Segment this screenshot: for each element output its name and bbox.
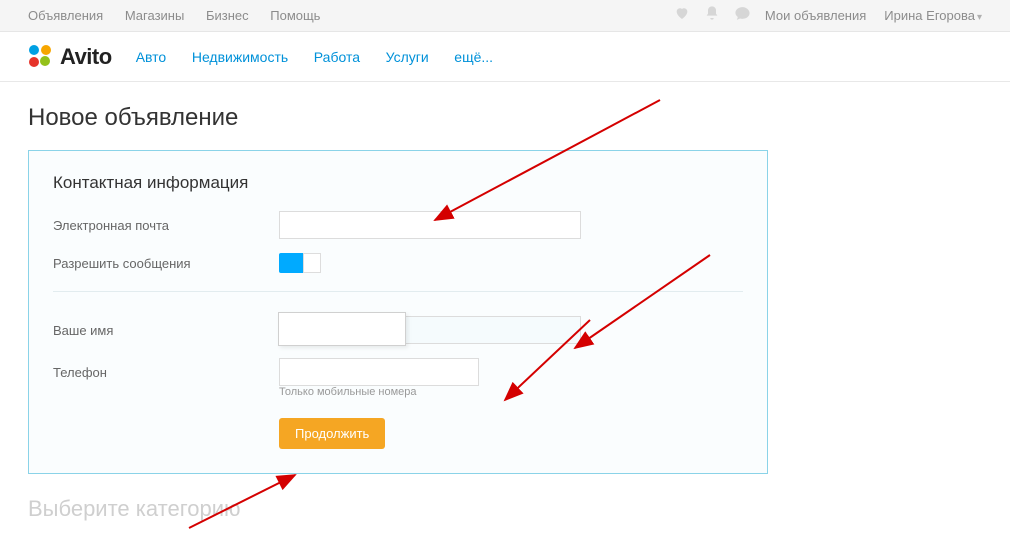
phone-field[interactable] (279, 358, 479, 386)
section-title: Контактная информация (53, 173, 743, 193)
nav-link-jobs[interactable]: Работа (314, 49, 360, 65)
allow-messages-label: Разрешить сообщения (53, 256, 279, 271)
name-redaction-overlay (278, 312, 406, 346)
nav-link-realty[interactable]: Недвижимость (192, 49, 288, 65)
topbar-link-my-ads[interactable]: Мои объявления (765, 8, 866, 23)
row-allow-messages: Разрешить сообщения (53, 253, 743, 273)
topbar-link-help[interactable]: Помощь (270, 8, 320, 23)
topbar-link-business[interactable]: Бизнес (206, 8, 249, 23)
email-field[interactable] (279, 211, 581, 239)
nav-link-auto[interactable]: Авто (136, 49, 167, 65)
topbar: Объявления Магазины Бизнес Помощь Мои об… (0, 0, 1010, 32)
row-name: Ваше имя (53, 316, 743, 344)
allow-messages-toggle[interactable] (279, 253, 321, 273)
email-label: Электронная почта (53, 218, 279, 233)
topbar-user-menu[interactable]: Ирина Егорова▾ (884, 8, 982, 23)
nav-links: Авто Недвижимость Работа Услуги ещё... (136, 49, 515, 65)
choose-category-title: Выберите категорию (0, 474, 1010, 522)
navbar: Avito Авто Недвижимость Работа Услуги ещ… (0, 32, 1010, 82)
topbar-left: Объявления Магазины Бизнес Помощь (28, 8, 338, 23)
contact-form-box: Контактная информация Электронная почта … (28, 150, 768, 474)
heart-icon[interactable] (674, 5, 690, 26)
topbar-right: Мои объявления Ирина Егорова▾ (674, 5, 982, 27)
row-email: Электронная почта (53, 211, 743, 239)
phone-hint: Только мобильные номера (279, 386, 743, 398)
bell-icon[interactable] (704, 5, 720, 26)
page-title: Новое объявление (0, 82, 1010, 150)
divider (53, 291, 743, 292)
row-phone: Телефон (53, 358, 743, 386)
logo[interactable]: Avito (28, 44, 112, 70)
phone-label: Телефон (53, 365, 279, 380)
logo-text: Avito (60, 44, 112, 70)
chat-icon[interactable] (734, 5, 751, 27)
topbar-link-shops[interactable]: Магазины (125, 8, 185, 23)
nav-link-more[interactable]: ещё... (454, 49, 493, 65)
topbar-link-ads[interactable]: Объявления (28, 8, 103, 23)
toggle-knob (303, 253, 321, 273)
chevron-down-icon: ▾ (977, 12, 982, 23)
nav-link-services[interactable]: Услуги (386, 49, 429, 65)
logo-icon (28, 44, 54, 70)
continue-button[interactable]: Продолжить (279, 418, 385, 449)
name-label: Ваше имя (53, 323, 279, 338)
